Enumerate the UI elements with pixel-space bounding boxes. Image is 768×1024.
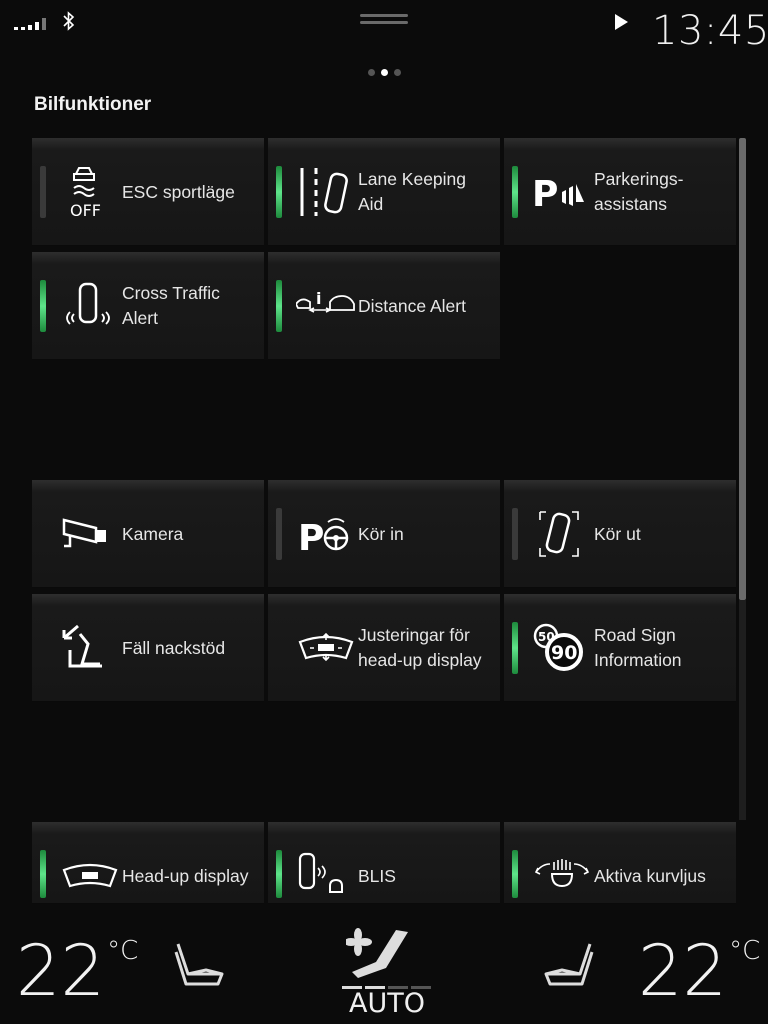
climate-mode-label[interactable]: AUTO: [349, 988, 425, 1019]
svg-text:i: i: [316, 289, 321, 308]
tile-label: Parkerings- assistans: [594, 169, 684, 214]
active-bending-light-icon: [534, 859, 590, 888]
tile-label: Kamera: [122, 523, 184, 544]
left-seat-heat-icon[interactable]: [172, 940, 228, 990]
right-temperature-value: 22: [638, 930, 728, 1012]
tile-camera[interactable]: Kamera: [32, 480, 264, 588]
tile-label: Lane Keeping Aid: [358, 169, 467, 214]
tile-road-sign[interactable]: 50 90 Road Sign Information: [504, 594, 736, 702]
status-indicator-on: [40, 280, 46, 332]
page-title: Bilfunktioner: [34, 94, 152, 115]
status-indicator-off: [276, 508, 282, 560]
climate-auto-icon[interactable]: [346, 928, 410, 984]
park-in-icon: P: [298, 518, 349, 559]
status-indicator-on: [40, 850, 46, 898]
hud-adjust-icon: [298, 632, 354, 662]
tile-distance-alert[interactable]: i Distance Alert: [268, 252, 500, 360]
scrollbar-track[interactable]: [739, 600, 746, 820]
svg-text:P: P: [532, 174, 558, 215]
right-seat-heat-icon[interactable]: [540, 940, 596, 990]
svg-text:P: P: [298, 518, 324, 559]
right-temperature[interactable]: 22°C: [638, 930, 760, 1012]
page-dot: [368, 69, 375, 76]
park-out-icon: [539, 511, 579, 557]
status-indicator-on: [512, 850, 518, 898]
camera-icon: [62, 518, 106, 548]
svg-text:90: 90: [551, 642, 577, 664]
distance-alert-icon: i: [296, 289, 355, 313]
scrollbar-thumb[interactable]: [739, 138, 746, 600]
status-indicator-on: [276, 280, 282, 332]
tile-parking-assist[interactable]: P Parkerings- assistans: [504, 138, 736, 246]
tile-label: Road Sign Information: [594, 625, 682, 670]
tile-cross-traffic[interactable]: Cross Traffic Alert: [32, 252, 264, 360]
tile-park-out[interactable]: Kör ut: [504, 480, 736, 588]
left-temperature-value: 22: [16, 930, 106, 1012]
tile-park-in[interactable]: P Kör in: [268, 480, 500, 588]
tile-label: Kör ut: [594, 523, 641, 544]
fold-headrest-icon: [62, 624, 102, 668]
tile-lane-keeping[interactable]: Lane Keeping Aid: [268, 138, 500, 246]
tile-head-up-display[interactable]: Head-up display: [32, 822, 264, 904]
play-icon[interactable]: [615, 14, 628, 30]
cross-traffic-icon: [66, 282, 110, 325]
status-indicator-off: [512, 508, 518, 560]
top-bar-handle[interactable]: [360, 14, 408, 30]
head-up-display-icon: [62, 863, 118, 888]
tile-label: Justeringar för head-up display: [358, 625, 482, 670]
esc-off-icon: OFF: [70, 167, 101, 220]
tile-esc-sport[interactable]: OFF ESC sportläge: [32, 138, 264, 246]
blis-icon: [298, 852, 343, 893]
tile-label: Distance Alert: [358, 295, 466, 316]
svg-text:OFF: OFF: [70, 201, 101, 220]
status-indicator-on: [512, 166, 518, 218]
tile-label: Fäll nackstöd: [122, 637, 226, 658]
tile-active-bending-light[interactable]: Aktiva kurvljus: [504, 822, 736, 904]
temperature-unit: °C: [729, 936, 761, 966]
tile-fold-headrest[interactable]: Fäll nackstöd: [32, 594, 264, 702]
status-indicator-on: [512, 622, 518, 674]
tile-hud-adjust[interactable]: Justeringar för head-up display: [268, 594, 500, 702]
page-indicator: [368, 69, 401, 76]
tile-label: ESC sportläge: [122, 181, 235, 202]
status-indicator-on: [276, 166, 282, 218]
bluetooth-icon: [63, 11, 75, 31]
clock: 13:45: [652, 8, 768, 54]
status-indicator-off: [40, 166, 46, 218]
parking-assist-icon: P: [532, 174, 584, 215]
page-dot: [394, 69, 401, 76]
signal-strength-icon: [14, 16, 46, 30]
status-bar: 13:45: [0, 0, 768, 56]
tile-label: Kör in: [358, 523, 404, 544]
temperature-unit: °C: [107, 936, 139, 966]
road-sign-icon: 50 90: [533, 623, 583, 671]
status-indicator-on: [276, 850, 282, 898]
page-dot-active: [381, 69, 388, 76]
lane-keeping-icon: [300, 168, 348, 216]
tile-label: Cross Traffic Alert: [122, 283, 220, 328]
tile-blis[interactable]: BLIS: [268, 822, 500, 904]
left-temperature[interactable]: 22°C: [16, 930, 138, 1012]
